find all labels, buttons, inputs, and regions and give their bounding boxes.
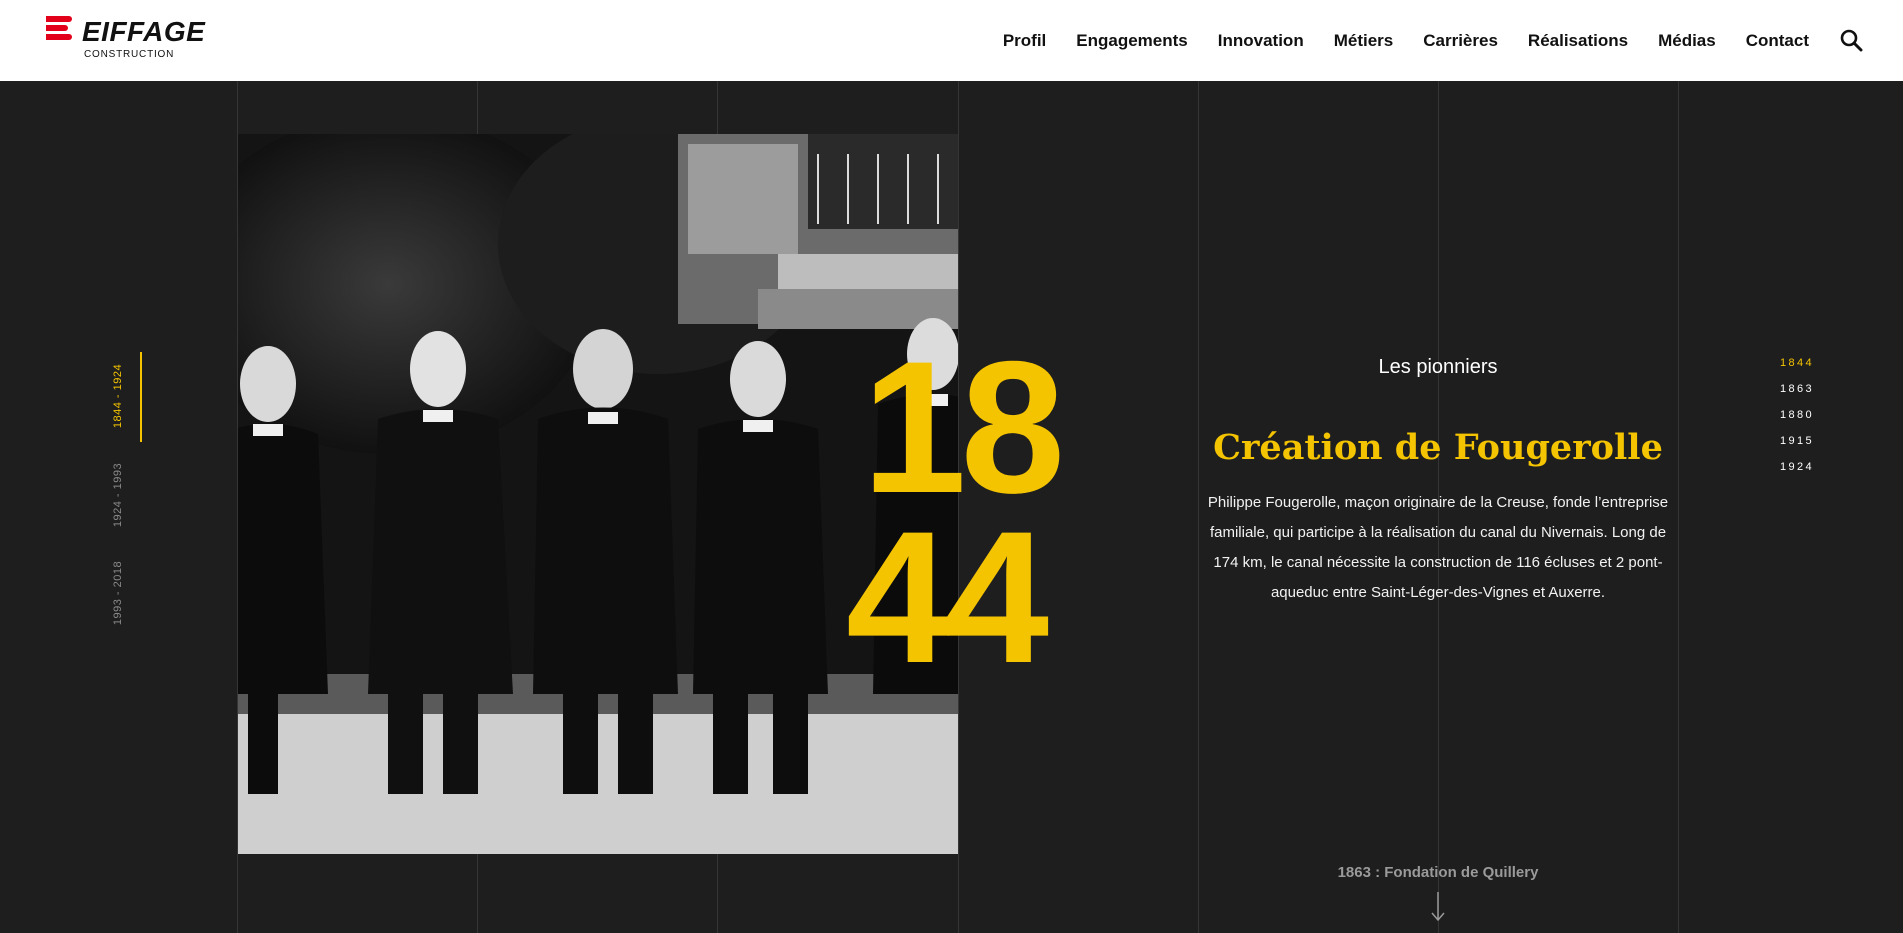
eiffage-logo[interactable]: EIFFAGE CONSTRUCTION bbox=[46, 16, 206, 60]
main-nav: Profil Engagements Innovation Métiers Ca… bbox=[973, 0, 1809, 81]
grid-line bbox=[1678, 81, 1679, 933]
nav-item-medias[interactable]: Médias bbox=[1658, 31, 1716, 51]
year-nav-item-1863[interactable]: 1863 bbox=[1780, 383, 1840, 409]
nav-item-realisations[interactable]: Réalisations bbox=[1528, 31, 1628, 51]
active-period-indicator bbox=[140, 352, 142, 442]
period-1924-1993[interactable]: 1924 - 1993 bbox=[112, 455, 124, 535]
site-header: EIFFAGE CONSTRUCTION Profil Engagements … bbox=[0, 0, 1903, 81]
nav-item-innovation[interactable]: Innovation bbox=[1218, 31, 1304, 51]
logo-wordmark: EIFFAGE bbox=[82, 16, 206, 47]
nav-item-engagements[interactable]: Engagements bbox=[1076, 31, 1187, 51]
nav-item-metiers[interactable]: Métiers bbox=[1334, 31, 1394, 51]
year-nav: 1844 1863 1880 1915 1924 bbox=[1780, 357, 1840, 487]
period-1993-2018[interactable]: 1993 - 2018 bbox=[112, 553, 124, 633]
next-event-link[interactable]: 1863 : Fondation de Quillery bbox=[1198, 864, 1678, 881]
section-title: Les pionniers bbox=[1378, 356, 1498, 378]
eiffage-logo-mark-icon bbox=[46, 16, 76, 44]
nav-item-profil[interactable]: Profil bbox=[1003, 31, 1046, 51]
search-icon[interactable] bbox=[1839, 28, 1863, 52]
year-nav-item-1915[interactable]: 1915 bbox=[1780, 435, 1840, 461]
nav-item-carrieres[interactable]: Carrières bbox=[1423, 31, 1498, 51]
year-large-bottom: 44 bbox=[846, 492, 1049, 702]
nav-item-contact[interactable]: Contact bbox=[1746, 31, 1809, 51]
year-nav-item-1844[interactable]: 1844 bbox=[1780, 357, 1840, 383]
logo-subtitle: CONSTRUCTION bbox=[84, 49, 175, 60]
grid-line bbox=[1198, 81, 1199, 933]
period-1844-1924[interactable]: 1844 - 1924 bbox=[112, 356, 124, 436]
event-title: Création de Fougerolle bbox=[1213, 427, 1663, 468]
year-large-top: 18 bbox=[862, 322, 1065, 532]
year-nav-item-1880[interactable]: 1880 bbox=[1780, 409, 1840, 435]
arrow-down-icon[interactable] bbox=[1430, 890, 1446, 922]
event-description: Philippe Fougerolle, maçon originaire de… bbox=[1207, 494, 1669, 601]
year-nav-item-1924[interactable]: 1924 bbox=[1780, 461, 1840, 487]
